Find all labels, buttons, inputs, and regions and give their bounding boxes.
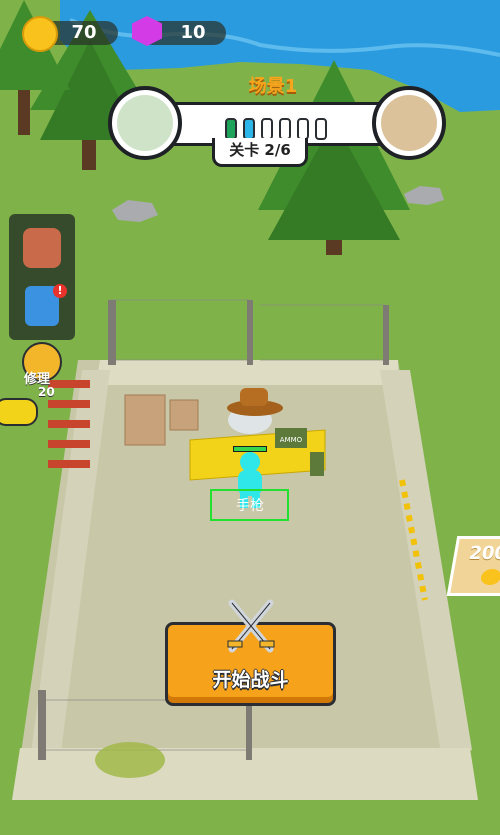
notification-badge: !: [53, 284, 67, 298]
stage-segment: [243, 118, 255, 140]
stage-label: 关卡 2/6: [212, 138, 308, 167]
stage-segment: [297, 118, 309, 140]
unlock-price-tag[interactable]: 200: [446, 536, 500, 596]
backpack-icon[interactable]: [23, 228, 61, 268]
ammo-label: AMMO: [280, 436, 303, 444]
desert-scene-icon: [372, 86, 446, 160]
stage-segment: [261, 118, 273, 140]
coin-icon: [22, 16, 58, 52]
cardboard-box: [124, 394, 166, 446]
start-battle-button[interactable]: 开始战斗: [165, 599, 336, 706]
start-battle-label: 开始战斗: [212, 669, 289, 691]
price-value: 200: [467, 543, 500, 564]
ammo-crate: [310, 452, 324, 476]
repair-cost: 20: [38, 385, 55, 399]
stage-segment: [279, 118, 291, 140]
crossed-swords-icon: [226, 597, 276, 657]
side-menu: !: [9, 214, 75, 340]
cardboard-box: [169, 399, 199, 431]
coin-icon: [479, 569, 500, 585]
level-progress-card: 场景1 关卡 2/6: [108, 76, 446, 167]
toxic-puddle: [95, 742, 165, 778]
gem-count: 10: [180, 22, 206, 43]
stage-segment: [315, 118, 327, 140]
barrier-coin-icon[interactable]: [0, 398, 38, 426]
coin-count: 70: [71, 22, 97, 43]
stage-segment: [225, 118, 237, 140]
player-name-tag: 手枪: [236, 497, 264, 514]
front-wall: [12, 748, 478, 800]
forest-scene-icon: [108, 86, 182, 160]
